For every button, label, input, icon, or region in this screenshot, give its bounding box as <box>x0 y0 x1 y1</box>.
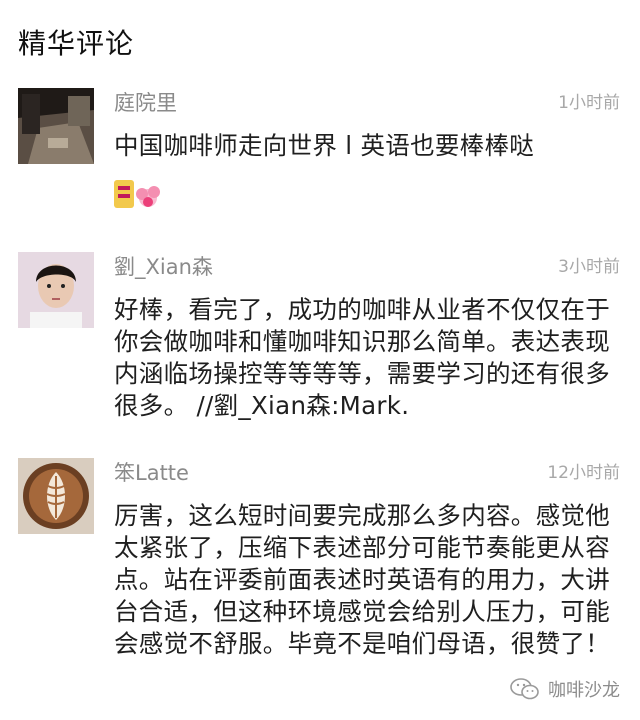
courtyard-avatar-image <box>18 88 94 164</box>
comment-text: 好棒，看完了，成功的咖啡从业者不仅仅在于你会做咖啡和懂咖啡知识那么简单。表达表现… <box>114 295 610 420</box>
avatar[interactable] <box>18 252 94 328</box>
comment-author[interactable]: 笨Latte <box>114 458 189 488</box>
comment-author[interactable]: 劉_Xian森 <box>114 252 213 282</box>
person-avatar-image <box>18 252 94 328</box>
comment-item: 劉_Xian森 3小时前 好棒，看完了，成功的咖啡从业者不仅仅在于你会做咖啡和懂… <box>0 252 640 432</box>
avatar[interactable] <box>18 88 94 164</box>
comment-author[interactable]: 庭院里 <box>114 88 177 118</box>
avatar[interactable] <box>18 458 94 534</box>
section-title: 精华评论 <box>18 27 135 60</box>
wechat-icon <box>510 677 540 701</box>
comment-time: 3小时前 <box>558 257 620 277</box>
account-watermark: 咖啡沙龙 <box>510 676 620 702</box>
flower-sticker-icon <box>112 174 162 214</box>
comment-time: 12小时前 <box>547 463 620 483</box>
comment-text: 厉害，这么短时间要完成那么多内容。感觉他太紧张了，压缩下表述部分可能节奏能更从容… <box>114 501 610 658</box>
latte-art-avatar-image <box>18 458 94 534</box>
comment-item: 笨Latte 12小时前 厉害，这么短时间要完成那么多内容。感觉他太紧张了，压缩… <box>0 458 640 698</box>
comment-text: 中国咖啡师走向世界 l 英语也要棒棒哒 <box>114 131 535 160</box>
comment-time: 1小时前 <box>558 93 620 113</box>
comment-item: 庭院里 1小时前 中国咖啡师走向世界 l 英语也要棒棒哒 <box>0 88 640 228</box>
account-name: 咖啡沙龙 <box>548 680 620 701</box>
